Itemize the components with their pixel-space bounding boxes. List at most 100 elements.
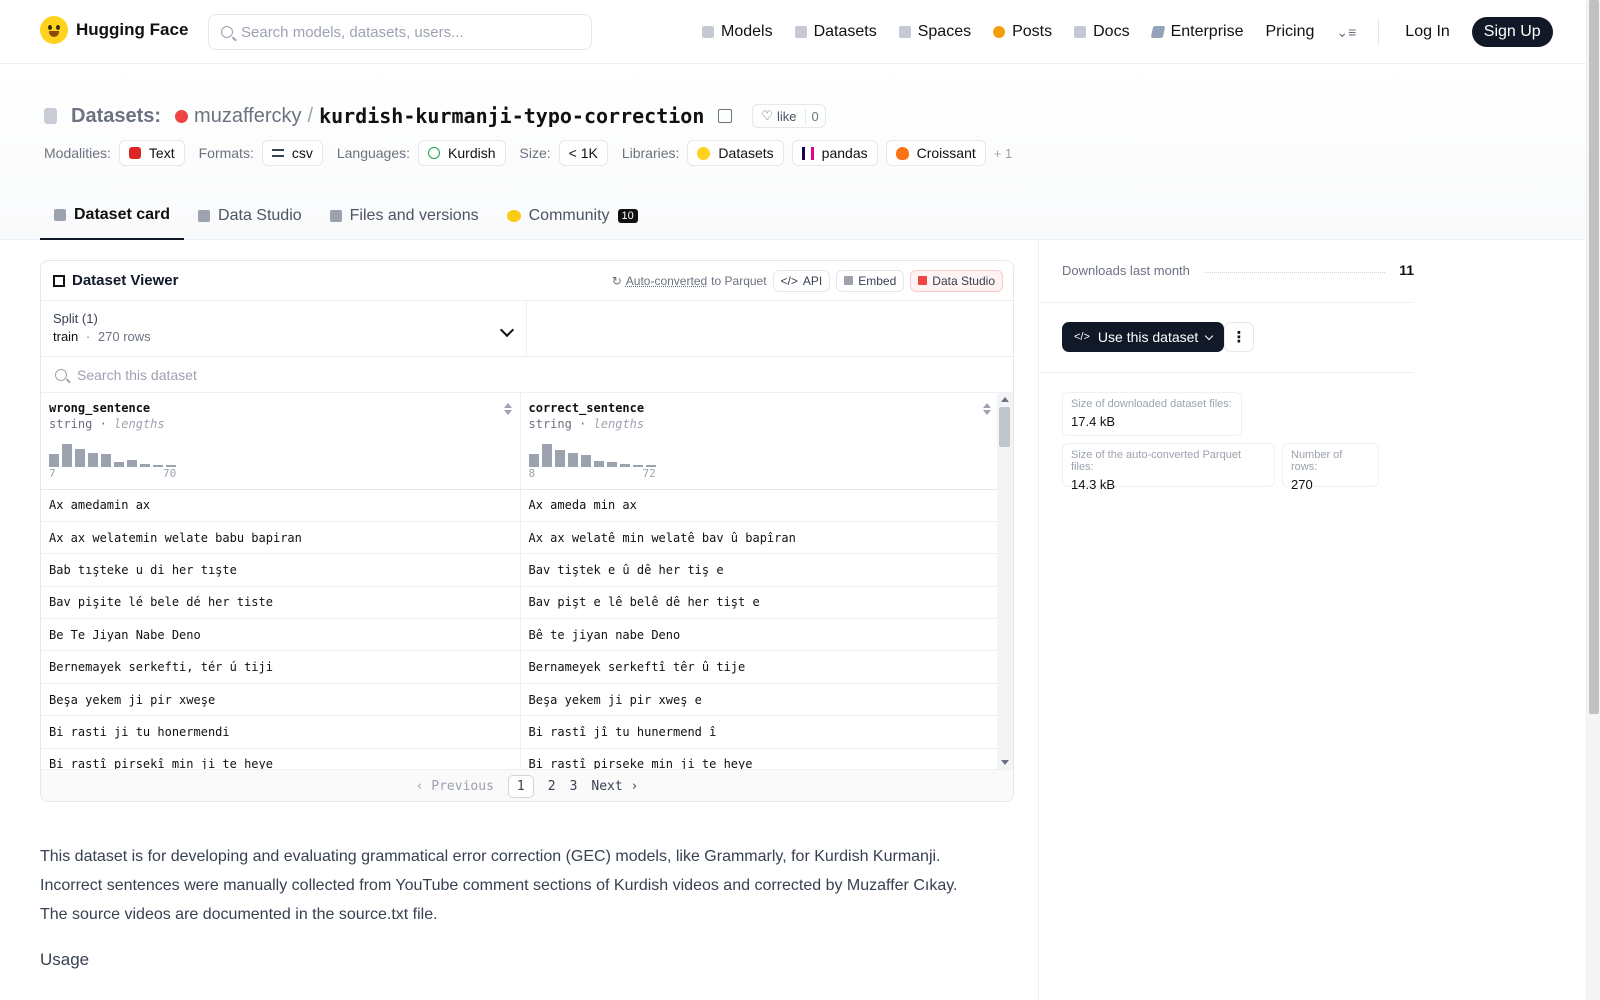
- table-scrollbar[interactable]: [997, 393, 1013, 769]
- histogram-bar[interactable]: [49, 454, 59, 467]
- like-button[interactable]: ♡ like 0: [752, 104, 826, 128]
- stat-label: Number of rows:: [1291, 449, 1343, 473]
- prev-page-button[interactable]: ‹ Previous: [416, 779, 494, 794]
- signup-button[interactable]: Sign Up: [1471, 17, 1553, 47]
- table-row[interactable]: Beşa yekem ji pir xweşe Beşa yekem ji pir…: [41, 683, 1000, 717]
- dataset-search[interactable]: Search this dataset: [41, 357, 1013, 393]
- tab-files-and-versions[interactable]: Files and versions: [316, 192, 493, 240]
- histogram-bar[interactable]: [127, 460, 137, 467]
- column-type: string · lengths: [49, 417, 165, 431]
- sort-icon[interactable]: [503, 403, 512, 415]
- nav-docs[interactable]: Docs: [1074, 23, 1130, 41]
- histogram-bar[interactable]: [62, 444, 72, 467]
- histogram-bar[interactable]: [101, 454, 111, 467]
- table-cell[interactable]: Bi rasti ji tu honermendi: [41, 715, 521, 749]
- page-1-button[interactable]: 1: [507, 775, 534, 798]
- table-cell[interactable]: Bi rastî pirseke min ji te heye: [520, 748, 1000, 769]
- search-icon: [221, 26, 233, 38]
- histogram-bar[interactable]: [580, 455, 591, 467]
- table-row[interactable]: Ax amedamin ax Ax ameda min ax: [41, 489, 1000, 522]
- table-cell[interactable]: Bav pişite lé bele dé her tiste: [41, 586, 521, 620]
- table-cell[interactable]: Bernameyek serkeftî têr û tije: [520, 650, 1000, 684]
- tab-data-studio[interactable]: Data Studio: [184, 192, 316, 240]
- table-row[interactable]: Be Te Jiyan Nabe Deno Bê te jiyan nabe De…: [41, 618, 1000, 652]
- tag-format[interactable]: csv: [261, 140, 323, 166]
- table-cell[interactable]: Be Te Jiyan Nabe Deno: [41, 618, 521, 652]
- table-row[interactable]: Bav pişite lé bele dé her tiste Bav pişt …: [41, 586, 1000, 620]
- scroll-thumb[interactable]: [999, 407, 1010, 447]
- login-link[interactable]: Log In: [1405, 23, 1449, 41]
- table-cell[interactable]: Bav pişt e lê belê dê her tişt e: [520, 586, 1000, 620]
- use-dataset-button[interactable]: </> Use this dataset: [1062, 322, 1225, 352]
- page-3-button[interactable]: 3: [570, 779, 578, 794]
- sort-icon[interactable]: [982, 403, 991, 415]
- nav-more-menu[interactable]: ⌄≡: [1336, 24, 1356, 41]
- page-2-button[interactable]: 2: [548, 779, 556, 794]
- more-options-button[interactable]: ⋮: [1224, 322, 1254, 352]
- tag-lib-pandas[interactable]: pandas: [791, 140, 878, 166]
- histogram-bar[interactable]: [567, 453, 578, 467]
- brand-logo[interactable]: Hugging Face: [40, 16, 188, 44]
- tag-lib-croissant[interactable]: Croissant: [885, 140, 986, 166]
- nav-spaces[interactable]: Spaces: [898, 23, 971, 41]
- kebab-icon: ⋮: [1231, 329, 1247, 346]
- tag-size[interactable]: < 1K: [558, 140, 608, 166]
- table-row[interactable]: Ax ax welatemin welate babu bapiran Ax ax…: [41, 521, 1000, 555]
- page-scrollbar[interactable]: [1586, 0, 1600, 1000]
- tab-community[interactable]: Community 10: [493, 192, 652, 240]
- dataset-name[interactable]: kurdish-kurmanji-typo-correction: [319, 104, 704, 128]
- more-tags[interactable]: + 1: [994, 146, 1012, 161]
- tag-modality[interactable]: Text: [118, 140, 185, 166]
- nav-models[interactable]: Models: [702, 23, 773, 41]
- table-cell[interactable]: Ax ax welatemin welate babu bapiran: [41, 521, 521, 555]
- table-cell[interactable]: Ax ameda min ax: [520, 489, 1000, 522]
- nav-pricing[interactable]: Pricing: [1265, 23, 1314, 41]
- histogram-bar[interactable]: [88, 453, 98, 467]
- table-cell[interactable]: Bernemayek serkefti, tér ú tiji: [41, 650, 521, 684]
- table-cell[interactable]: Bav tiştek e û dê her tiş e: [520, 553, 1000, 587]
- tag-lib-datasets[interactable]: Datasets: [687, 140, 784, 166]
- cube-icon: [702, 26, 714, 38]
- copy-icon[interactable]: [718, 109, 733, 123]
- nav-enterprise[interactable]: Enterprise: [1150, 23, 1243, 41]
- table-row[interactable]: Bab tışteke u di her tışte Bav tiştek e û…: [41, 553, 1000, 587]
- table-cell[interactable]: Ax amedamin ax: [41, 489, 521, 522]
- embed-button[interactable]: Embed: [836, 269, 905, 292]
- table-cell[interactable]: Beşa yekem ji pir xweşe: [41, 683, 521, 717]
- table-cell[interactable]: Ax ax welatê min welatê bav û bapîran: [520, 521, 1000, 555]
- data-studio-button[interactable]: Data Studio: [910, 269, 1003, 292]
- histogram-bar[interactable]: [528, 454, 539, 467]
- dataset-owner[interactable]: muzaffercky: [194, 105, 301, 128]
- histogram-bar[interactable]: [75, 449, 85, 467]
- table-row[interactable]: Bi rasti ji tu honermendi Bi rastî jî tu …: [41, 715, 1000, 749]
- global-search[interactable]: [208, 14, 592, 50]
- table-cell[interactable]: Bi rastî jî tu hunermend î: [520, 715, 1000, 749]
- table-row[interactable]: Bi rastî pirsekî min ji te heye Bi rastî …: [41, 748, 1000, 769]
- embed-icon: [844, 276, 854, 285]
- histogram-bar[interactable]: [554, 450, 565, 467]
- table-row[interactable]: Bernemayek serkefti, tér ú tiji Bernameye…: [41, 650, 1000, 684]
- table-cell[interactable]: Bê te jiyan nabe Deno: [520, 618, 1000, 652]
- table-cell[interactable]: Bab tışteke u di her tışte: [41, 553, 521, 587]
- column-header[interactable]: correct_sentence string · lengths 8 72: [520, 393, 1000, 490]
- auto-converted-link[interactable]: Auto-converted: [626, 274, 707, 288]
- datasets-prefix[interactable]: Datasets:: [71, 105, 161, 128]
- next-page-button[interactable]: Next ›: [591, 779, 638, 794]
- tab-dataset-card[interactable]: Dataset card: [40, 192, 185, 240]
- scroll-up-icon[interactable]: [1001, 397, 1009, 402]
- scroll-down-icon[interactable]: [1001, 760, 1009, 765]
- split-bar: Split (1) train · 270 rows: [41, 301, 1013, 357]
- stat-value: 17.4 kB: [1071, 414, 1116, 429]
- split-selector[interactable]: Split (1) train · 270 rows: [41, 301, 527, 356]
- table-cell[interactable]: Bi rastî pirsekî min ji te heye: [41, 748, 521, 769]
- sidebar-divider: [1038, 240, 1039, 1000]
- tag-language[interactable]: Kurdish: [418, 140, 506, 166]
- nav-posts[interactable]: Posts: [993, 23, 1052, 41]
- nav-datasets[interactable]: Datasets: [794, 23, 877, 41]
- global-search-input[interactable]: [241, 23, 561, 41]
- column-header[interactable]: wrong_sentence string · lengths 7 70: [41, 393, 521, 490]
- histogram-bar[interactable]: [541, 444, 552, 467]
- page-scroll-thumb[interactable]: [1589, 0, 1599, 714]
- table-cell[interactable]: Beşa yekem ji pir xweş e: [520, 683, 1000, 717]
- api-button[interactable]: </> API: [772, 269, 831, 292]
